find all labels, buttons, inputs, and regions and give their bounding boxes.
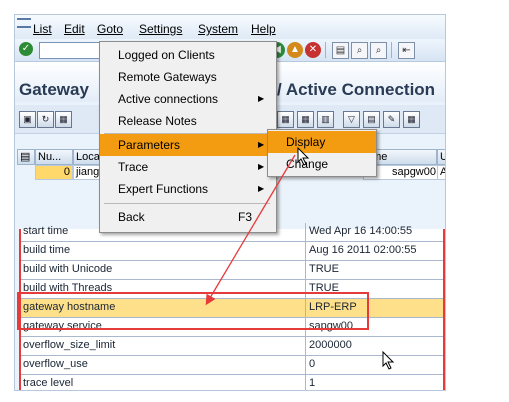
sap-window: List Edit Goto Settings System Help ✓ ◀ …	[14, 14, 446, 391]
mouse-cursor-icon	[382, 351, 395, 370]
annotation-arrow	[205, 154, 296, 306]
mouse-cursor-icon	[297, 147, 310, 166]
